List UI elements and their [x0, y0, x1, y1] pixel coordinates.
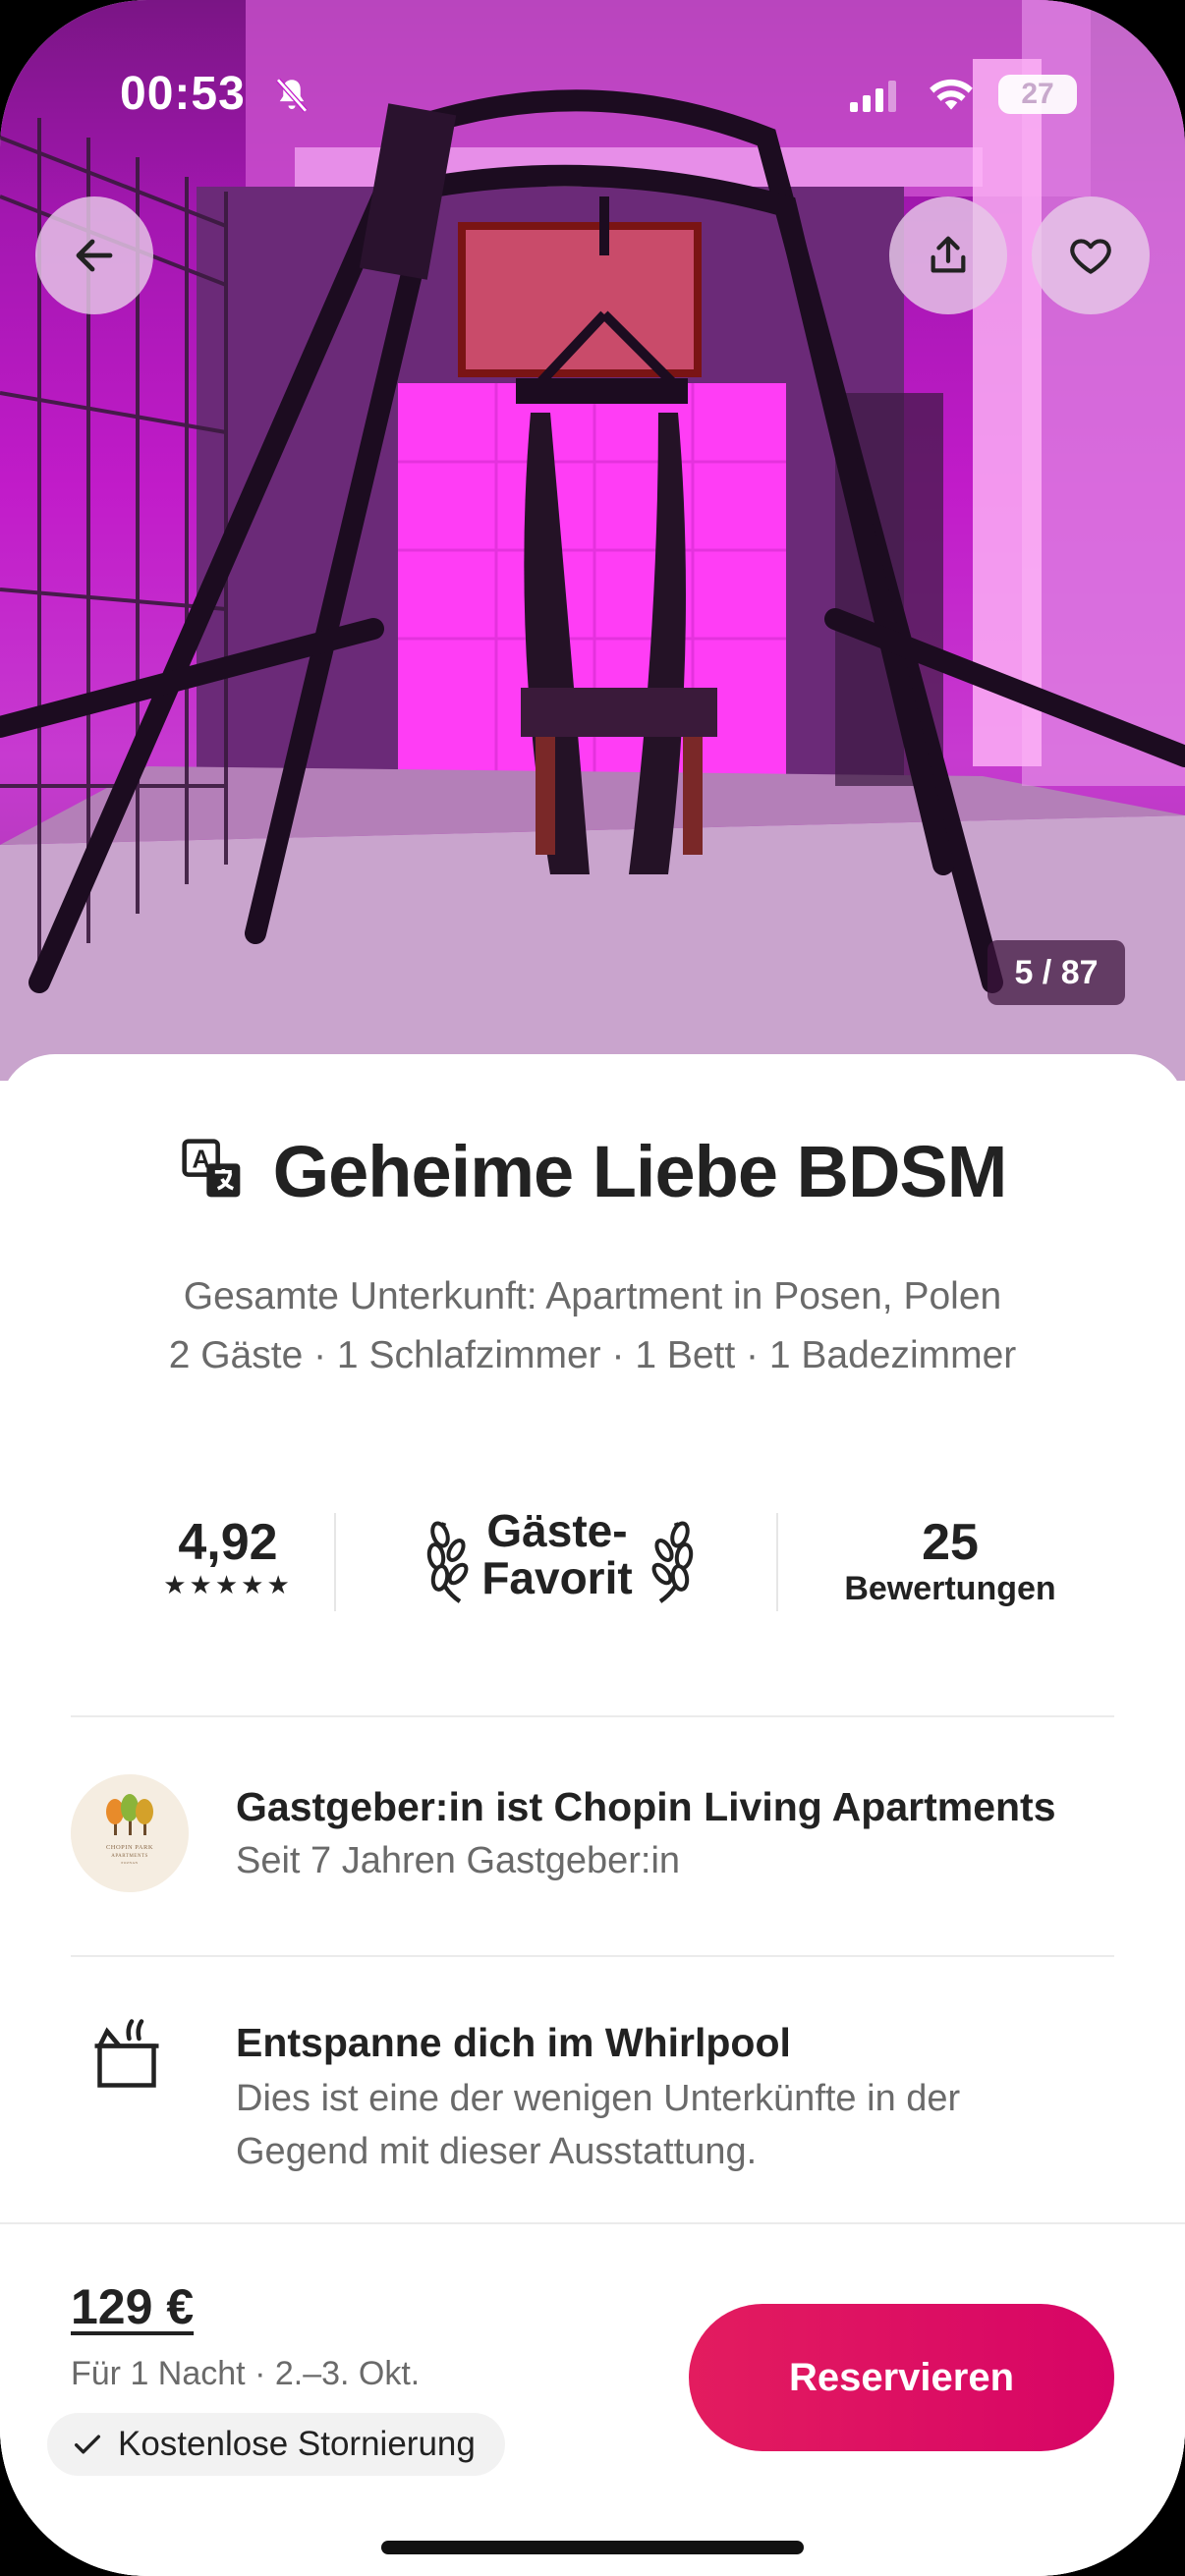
free-cancellation-badge: Kostenlose Stornierung — [47, 2413, 505, 2476]
rating-stars: ★★★★★ — [163, 1570, 293, 1599]
reviews-summary[interactable]: 25 Bewertungen — [827, 1513, 1073, 1608]
back-button[interactable] — [35, 196, 153, 314]
svg-text:POZNAN: POZNAN — [121, 1861, 138, 1865]
guest-favorite-line1: Gäste- — [486, 1505, 628, 1556]
host-since: Seit 7 Jahren Gastgeber:in — [236, 1840, 681, 1881]
rating-summary: 4,92 ★★★★★ — [130, 1513, 326, 1600]
listing-capacity: 2 Gäste · 1 Schlafzimmer · 1 Bett · 1 Ba… — [168, 1334, 1017, 1376]
save-favorite-button[interactable] — [1032, 196, 1150, 314]
listing-stats[interactable]: 4,92 ★★★★★ Gäste- Favorit 25 Bewertungen — [71, 1503, 1114, 1611]
laurel-right-icon — [641, 1511, 696, 1610]
host-avatar[interactable]: CHOPIN PARK APARTMENTS POZNAN — [71, 1774, 189, 1892]
guest-favorite-label: Gäste- Favorit — [474, 1507, 641, 1601]
check-icon — [74, 2435, 101, 2454]
section-divider — [71, 1715, 1114, 1717]
reviews-count: 25 — [922, 1514, 979, 1571]
stats-divider — [334, 1513, 336, 1611]
section-divider — [71, 1955, 1114, 1957]
photo-scene — [0, 0, 1185, 1081]
listing-location: Gesamte Unterkunft: Apartment in Posen, … — [183, 1275, 1002, 1317]
host-text: Gastgeber:in ist Chopin Living Apartment… — [236, 1784, 1056, 1882]
hot-tub-icon — [92, 2016, 161, 2096]
laurel-left-icon — [424, 1511, 480, 1610]
guest-favorite-line2: Favorit — [481, 1552, 633, 1603]
share-button[interactable] — [889, 196, 1007, 314]
listing-title: Geheime Liebe BDSM — [272, 1131, 1008, 1212]
rating-value: 4,92 — [178, 1514, 278, 1571]
host-section[interactable]: CHOPIN PARK APARTMENTS POZNAN Gastgeber:… — [71, 1774, 1114, 1896]
host-title: Gastgeber:in ist Chopin Living Apartment… — [236, 1784, 1056, 1829]
status-time: 00:53 — [120, 68, 246, 120]
svg-text:CHOPIN PARK: CHOPIN PARK — [106, 1844, 153, 1851]
heart-icon — [1070, 239, 1111, 274]
price-dates: Für 1 Nacht · 2.–3. Okt. — [71, 2355, 421, 2392]
guest-favorite-badge: Gäste- Favorit — [395, 1503, 719, 1611]
reviews-label: Bewertungen — [844, 1570, 1056, 1607]
price-total[interactable]: 129 € — [71, 2278, 194, 2335]
home-indicator[interactable] — [381, 2541, 804, 2554]
stats-divider — [776, 1513, 778, 1611]
booking-bar: 129 € Für 1 Nacht · 2.–3. Okt. Kostenlos… — [0, 2222, 1185, 2576]
svg-text:APARTMENTS: APARTMENTS — [111, 1854, 148, 1859]
highlight-title: Entspanne dich im Whirlpool — [236, 2020, 791, 2065]
cellular-signal-icon — [850, 81, 899, 117]
translate-icon[interactable]: A — [179, 1136, 246, 1207]
highlight-text: Entspanne dich im Whirlpool Dies ist ein… — [236, 2020, 1100, 2178]
photo-counter: 5 / 87 — [988, 940, 1125, 1005]
battery-indicator: 27 — [998, 75, 1077, 114]
highlight-description: Dies ist eine der wenigen Unterkünfte in… — [236, 2078, 961, 2172]
app-screen: 00:53 27 5 / 87 A Geheime Liebe BDSM Ges… — [0, 0, 1185, 2576]
reserve-button[interactable]: Reservieren — [689, 2304, 1114, 2451]
title-row: A Geheime Liebe BDSM — [0, 1130, 1185, 1213]
share-icon — [931, 236, 966, 273]
arrow-left-icon — [76, 239, 113, 272]
wifi-icon — [927, 75, 976, 117]
listing-subtitle: Gesamte Unterkunft: Apartment in Posen, … — [0, 1267, 1185, 1385]
free-cancellation-label: Kostenlose Stornierung — [118, 2425, 476, 2463]
bell-muted-icon — [271, 75, 312, 121]
host-logo-image: CHOPIN PARK APARTMENTS POZNAN — [71, 1774, 189, 1892]
listing-photo[interactable]: 00:53 27 5 / 87 — [0, 0, 1185, 1081]
status-bar: 00:53 27 — [0, 67, 1185, 126]
